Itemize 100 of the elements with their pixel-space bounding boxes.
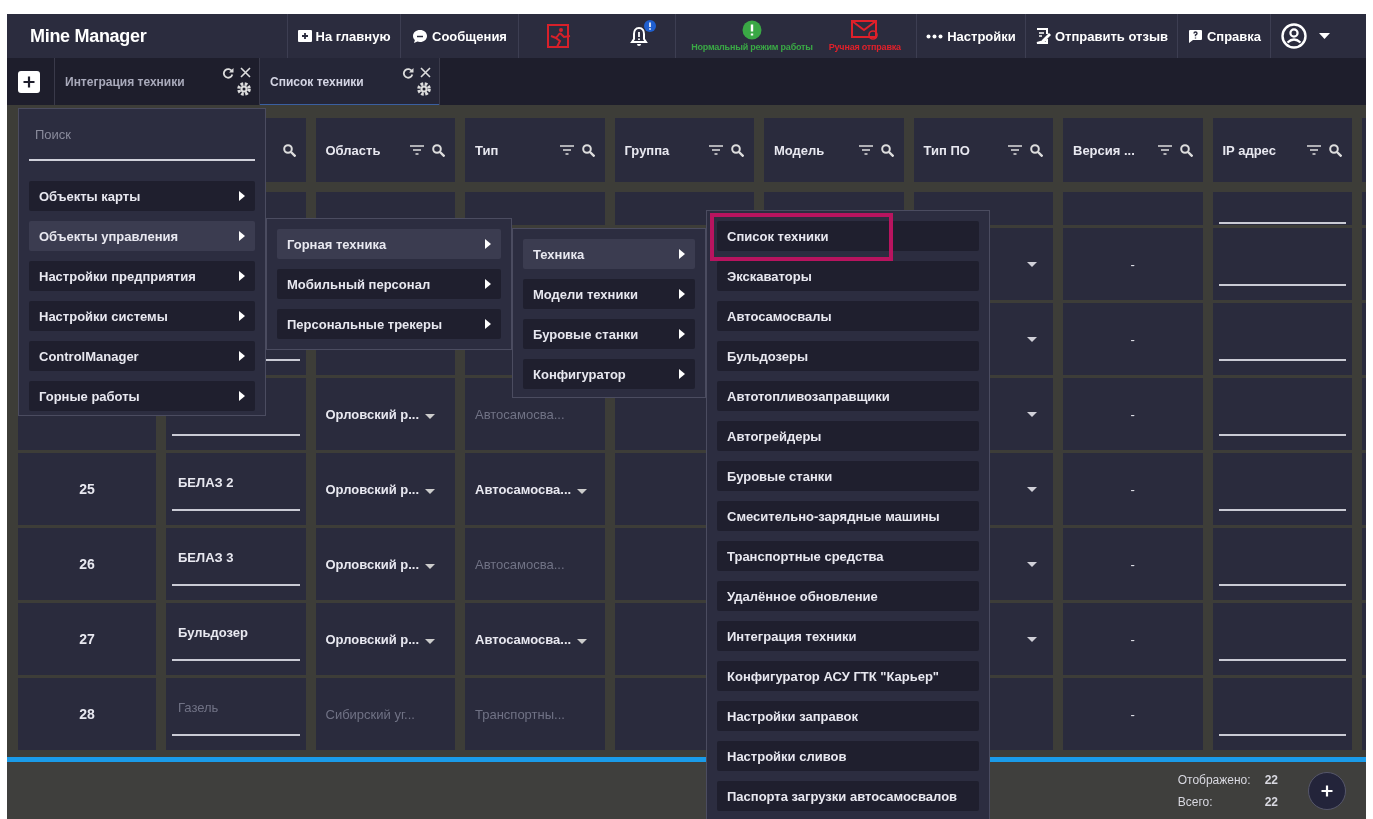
user-avatar-icon[interactable] (1281, 23, 1307, 49)
name-field[interactable]: БЕЛАЗ 2 (172, 465, 300, 511)
search-icon[interactable] (581, 143, 595, 157)
gear-icon[interactable] (417, 82, 431, 96)
caret-icon (425, 564, 436, 569)
area-select[interactable]: Орловский р... (325, 406, 436, 422)
plus-box-icon (297, 30, 312, 42)
version-value: - (1130, 481, 1135, 497)
refresh-icon[interactable] (402, 67, 414, 79)
menu-item[interactable]: Модели техники (523, 279, 695, 309)
row-number: 26 (79, 556, 95, 572)
tab[interactable]: Список техники (260, 58, 440, 105)
search-icon[interactable] (880, 143, 894, 157)
search-icon[interactable] (1030, 143, 1043, 157)
nav-button[interactable]: На главную (294, 26, 394, 46)
menu-item[interactable]: Буровые станки (523, 319, 695, 349)
caret-icon (679, 329, 685, 339)
filter-icon[interactable] (709, 145, 723, 155)
caret-icon (239, 231, 245, 241)
type-select[interactable]: Автосамосва... (475, 481, 588, 497)
nav-button[interactable]: Отправить отзыв (1032, 26, 1171, 46)
menu-item[interactable]: Паспорта загрузки автосамосвалов (717, 781, 979, 811)
menu-item[interactable]: Автосамосвалы (717, 301, 979, 331)
filter-icon[interactable] (1157, 145, 1172, 155)
menu-item[interactable]: Конфигуратор (523, 359, 695, 389)
menu-item[interactable]: ControlManager (29, 341, 255, 371)
menu-item[interactable]: Настройки системы (29, 301, 255, 331)
caret-icon (239, 351, 245, 361)
refresh-icon[interactable] (222, 67, 234, 79)
menu-item[interactable]: Конфигуратор АСУ ГТК "Карьер" (717, 661, 979, 691)
menu-item[interactable]: Техника (523, 239, 695, 269)
menu-item[interactable]: Бульдозеры (717, 341, 979, 371)
row-number: 25 (79, 481, 95, 497)
menu-item[interactable]: Буровые станки (717, 461, 979, 491)
filter-icon[interactable] (559, 145, 574, 155)
caret-icon (679, 369, 685, 379)
menu-item[interactable]: Мобильный персонал (277, 269, 501, 299)
area-select[interactable]: Орловский р... (325, 481, 436, 497)
caret-icon (425, 414, 436, 419)
nav-button[interactable]: Сообщения (409, 26, 510, 46)
menu-item[interactable]: Горная техника (277, 229, 501, 259)
search-icon[interactable] (1179, 143, 1193, 157)
filter-icon[interactable] (1307, 145, 1321, 155)
menu-item[interactable]: Настройки заправок (717, 701, 979, 731)
caret-icon (239, 391, 245, 401)
column-header: Тип (475, 142, 500, 158)
column-header: IP адрес (1222, 142, 1277, 158)
plus-icon (1321, 784, 1333, 797)
version-value: - (1130, 331, 1135, 347)
menu-item[interactable]: Интеграция техники (717, 621, 979, 651)
menu-item[interactable]: Объекты управления (29, 221, 255, 251)
caret-icon (679, 289, 685, 299)
filter-icon[interactable] (410, 145, 424, 155)
search-icon[interactable] (282, 143, 296, 157)
close-icon[interactable] (420, 67, 431, 78)
count-label: Отображено: (1177, 772, 1251, 787)
version-value: - (1130, 256, 1135, 272)
menu-item[interactable]: Объекты карты (29, 181, 255, 211)
name-field[interactable]: БЕЛАЗ 3 (172, 540, 300, 586)
menu-item[interactable]: Настройки предприятия (29, 261, 255, 291)
menu-item[interactable]: Список техники (717, 221, 979, 251)
gear-icon[interactable] (237, 82, 251, 96)
search-icon[interactable] (432, 143, 445, 157)
menu-item[interactable]: Настройки сливов (717, 741, 979, 771)
menu-item[interactable]: Удалённое обновление (717, 581, 979, 611)
add-button[interactable] (1308, 771, 1346, 810)
caret-icon (485, 239, 491, 249)
more-dots-icon (926, 33, 944, 39)
menu-item[interactable]: Экскаваторы (717, 261, 979, 291)
type-select[interactable]: Автосамосва... (475, 631, 588, 647)
menu-item[interactable]: Автогрейдеры (717, 421, 979, 451)
filter-icon[interactable] (858, 145, 873, 155)
count-value: 22 (1264, 794, 1278, 809)
status-indicator[interactable]: Нормальный режим работы (688, 18, 816, 54)
caret-icon (239, 311, 245, 321)
search-field[interactable]: Поиск (29, 109, 255, 161)
search-icon[interactable] (731, 143, 744, 157)
nav-button[interactable]: Настройки (923, 26, 1019, 46)
area-select[interactable]: Орловский р... (325, 631, 436, 647)
menu-item[interactable]: Транспортные средства (717, 541, 979, 571)
area-select[interactable]: Орловский р... (325, 556, 436, 572)
menu-item[interactable]: Автотопливозаправщики (717, 381, 979, 411)
caret-icon[interactable] (1319, 33, 1330, 39)
row-number: 28 (79, 706, 95, 722)
nav-button[interactable]: Справка (1183, 26, 1265, 46)
menu-item[interactable]: Смесительно-зарядные машины (717, 501, 979, 531)
name-field[interactable]: Бульдозер (172, 615, 300, 661)
caret-icon (577, 639, 588, 644)
menu-item[interactable]: Горные работы (29, 381, 255, 411)
column-header: Группа (624, 142, 671, 158)
help-bubble-icon (1186, 28, 1203, 44)
version-value: - (1130, 406, 1135, 422)
caret-icon (239, 271, 245, 281)
column-header: Тип ПО (923, 142, 971, 158)
close-icon[interactable] (240, 67, 251, 78)
menu-item[interactable]: Персональные трекеры (277, 309, 501, 339)
column-header: Область (325, 142, 382, 158)
search-icon[interactable] (1329, 143, 1342, 157)
add-tab-button[interactable] (18, 70, 40, 93)
filter-icon[interactable] (1008, 145, 1022, 155)
